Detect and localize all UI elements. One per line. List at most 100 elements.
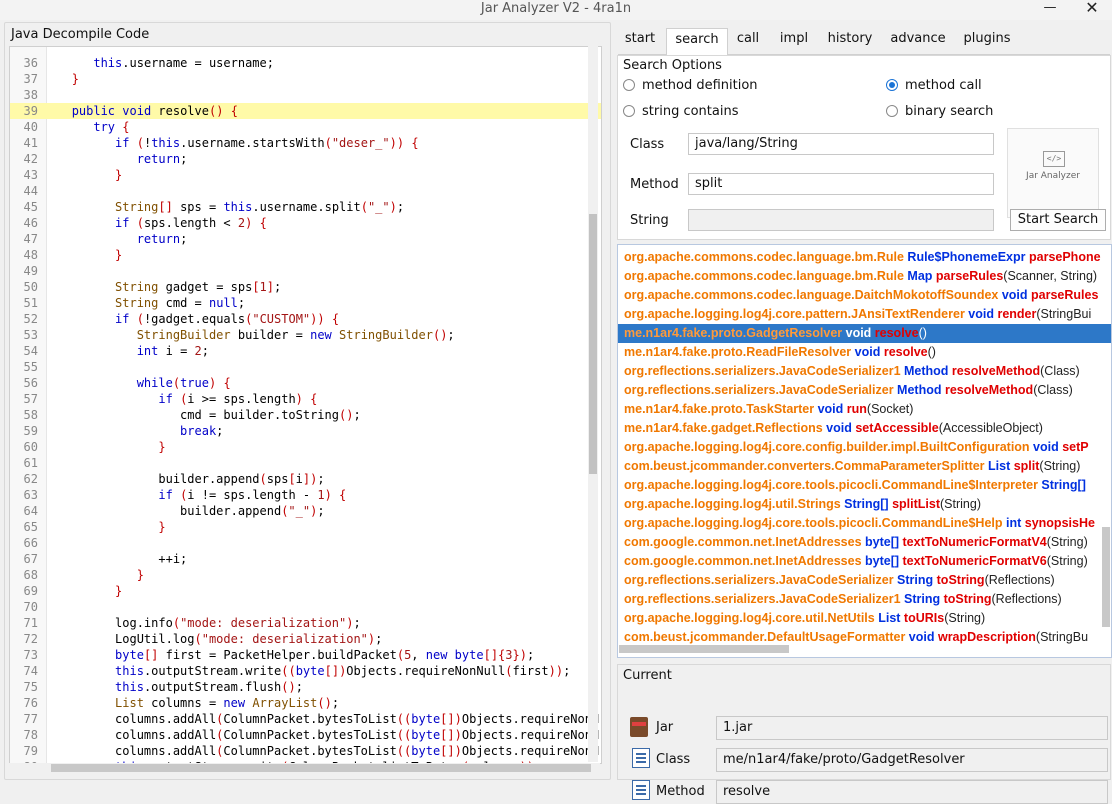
code-line[interactable]: 36 this.username = username; <box>10 55 601 71</box>
code-line[interactable]: 74 this.outputStream.write((byte[])Objec… <box>10 663 601 679</box>
result-row[interactable]: org.apache.commons.codec.language.bm.Rul… <box>618 248 1111 267</box>
code-line[interactable]: 61 <box>10 455 601 471</box>
tab-start[interactable]: start <box>618 28 662 54</box>
code-line[interactable]: 49 <box>10 263 601 279</box>
code-line[interactable]: 47 return; <box>10 231 601 247</box>
radio-indicator[interactable] <box>886 105 898 117</box>
result-row[interactable]: org.apache.commons.codec.language.Daitch… <box>618 286 1111 305</box>
tab-search[interactable]: search <box>666 28 728 56</box>
class-value[interactable]: me/n1ar4/fake/proto/GadgetResolver <box>716 748 1108 772</box>
code-line[interactable]: 65 } <box>10 519 601 535</box>
code-line[interactable]: 62 builder.append(sps[i]); <box>10 471 601 487</box>
code-line[interactable]: 52 if (!gadget.equals("CUSTOM")) { <box>10 311 601 327</box>
code-line[interactable]: 70 <box>10 599 601 615</box>
code-line[interactable]: 48 } <box>10 247 601 263</box>
code-text: columns.addAll(ColumnPacket.bytesToList(… <box>50 712 600 726</box>
code-line[interactable]: 72 LogUtil.log("mode: deserialization"); <box>10 631 601 647</box>
code-line[interactable]: 50 String gadget = sps[1]; <box>10 279 601 295</box>
code-horizontal-scroll-thumb[interactable] <box>51 764 591 772</box>
code-line[interactable]: 59 break; <box>10 423 601 439</box>
class-input[interactable]: java/lang/String <box>688 133 994 155</box>
code-line[interactable]: 43 } <box>10 167 601 183</box>
result-row[interactable]: org.apache.logging.log4j.core.tools.pico… <box>618 476 1111 495</box>
results-vertical-scroll-thumb[interactable] <box>1102 527 1110 627</box>
code-line[interactable]: 40 try { <box>10 119 601 135</box>
string-input[interactable] <box>688 209 994 231</box>
method-value[interactable]: resolve <box>716 780 1108 804</box>
search-results-list[interactable]: org.apache.commons.codec.language.bm.Rul… <box>617 244 1112 658</box>
result-row[interactable]: me.n1ar4.fake.proto.ReadFileResolver voi… <box>618 343 1111 362</box>
result-row[interactable]: com.beust.jcommander.converters.CommaPar… <box>618 457 1111 476</box>
code-line[interactable]: 42 return; <box>10 151 601 167</box>
close-button[interactable]: ✕ <box>1072 0 1112 20</box>
result-row[interactable]: org.reflections.serializers.JavaCodeSeri… <box>618 381 1111 400</box>
tab-history[interactable]: history <box>822 28 878 54</box>
code-line[interactable]: 58 cmd = builder.toString(); <box>10 407 601 423</box>
code-line[interactable]: 68 } <box>10 567 601 583</box>
result-row[interactable]: org.apache.logging.log4j.util.Strings St… <box>618 495 1111 514</box>
code-line[interactable]: 73 byte[] first = PacketHelper.buildPack… <box>10 647 601 663</box>
code-line[interactable]: 60 } <box>10 439 601 455</box>
code-line[interactable]: 55 <box>10 359 601 375</box>
code-line[interactable]: 69 } <box>10 583 601 599</box>
tab-impl[interactable]: impl <box>772 28 816 54</box>
code-line[interactable]: 54 int i = 2; <box>10 343 601 359</box>
radio-indicator[interactable] <box>623 79 635 91</box>
result-return-type: String[] <box>840 497 889 511</box>
code-line[interactable]: 76 List columns = new ArrayList(); <box>10 695 601 711</box>
radio-binary-search[interactable]: binary search <box>886 103 1086 121</box>
code-line[interactable]: 44 <box>10 183 601 199</box>
code-line[interactable]: 39 public void resolve() { <box>10 103 601 119</box>
method-input[interactable]: split <box>688 173 994 195</box>
result-row[interactable]: me.n1ar4.fake.gadget.Reflections void se… <box>618 419 1111 438</box>
result-row[interactable]: com.google.common.net.InetAddresses byte… <box>618 552 1111 571</box>
code-line[interactable]: 51 String cmd = null; <box>10 295 601 311</box>
code-line[interactable]: 45 String[] sps = this.username.split("_… <box>10 199 601 215</box>
radio-method-call[interactable]: method call <box>886 77 1086 95</box>
code-line[interactable]: 67 ++i; <box>10 551 601 567</box>
result-row[interactable]: me.n1ar4.fake.proto.TaskStarter void run… <box>618 400 1111 419</box>
result-row-selected[interactable]: me.n1ar4.fake.proto.GadgetResolver void … <box>618 324 1111 343</box>
result-row[interactable]: org.apache.commons.codec.language.bm.Rul… <box>618 267 1111 286</box>
code-line[interactable]: 37 } <box>10 71 601 87</box>
code-line[interactable]: 78 columns.addAll(ColumnPacket.bytesToLi… <box>10 727 601 743</box>
code-line[interactable]: 57 if (i >= sps.length) { <box>10 391 601 407</box>
result-row[interactable]: org.apache.logging.log4j.core.util.NetUt… <box>618 609 1111 628</box>
code-line[interactable]: 71 log.info("mode: deserialization"); <box>10 615 601 631</box>
code-line[interactable]: 41 if (!this.username.startsWith("deser_… <box>10 135 601 151</box>
tab-call[interactable]: call <box>730 28 766 54</box>
code-vertical-scrollbar[interactable] <box>588 46 598 762</box>
code-line[interactable]: 79 columns.addAll(ColumnPacket.bytesToLi… <box>10 743 601 759</box>
radio-indicator-selected[interactable] <box>886 79 898 91</box>
code-line[interactable]: 63 if (i != sps.length - 1) { <box>10 487 601 503</box>
code-line[interactable]: 46 if (sps.length < 2) { <box>10 215 601 231</box>
code-line[interactable]: 53 StringBuilder builder = new StringBui… <box>10 327 601 343</box>
result-row[interactable]: org.apache.logging.log4j.core.pattern.JA… <box>618 305 1111 324</box>
result-row[interactable]: org.reflections.serializers.JavaCodeSeri… <box>618 362 1111 381</box>
result-row[interactable]: org.reflections.serializers.JavaCodeSeri… <box>618 590 1111 609</box>
result-row[interactable]: org.apache.logging.log4j.core.tools.pico… <box>618 514 1111 533</box>
start-search-button[interactable]: Start Search <box>1010 209 1106 231</box>
tab-advance[interactable]: advance <box>886 28 950 54</box>
result-row[interactable]: org.reflections.serializers.JavaCodeSeri… <box>618 571 1111 590</box>
minimize-button[interactable]: — <box>1030 0 1070 20</box>
code-line[interactable]: 64 builder.append("_"); <box>10 503 601 519</box>
jar-value[interactable]: 1.jar <box>716 716 1108 740</box>
radio-string-contains[interactable]: string contains <box>623 103 823 121</box>
code-vertical-scroll-thumb[interactable] <box>589 214 597 474</box>
result-method: split <box>1010 459 1040 473</box>
code-editor[interactable]: 36 this.username = username; 37 } 38 39 pub… <box>9 46 602 764</box>
code-text: log.info("mode: deserialization"); <box>50 616 361 630</box>
radio-method-definition[interactable]: method definition <box>623 77 823 95</box>
tab-plugins[interactable]: plugins <box>956 28 1018 54</box>
code-line[interactable]: 77 columns.addAll(ColumnPacket.bytesToLi… <box>10 711 601 727</box>
result-row[interactable]: com.google.common.net.InetAddresses byte… <box>618 533 1111 552</box>
code-horizontal-scrollbar[interactable] <box>9 763 600 773</box>
result-row[interactable]: org.apache.logging.log4j.core.config.bui… <box>618 438 1111 457</box>
code-line[interactable]: 38 <box>10 87 601 103</box>
radio-indicator[interactable] <box>623 105 635 117</box>
code-line[interactable]: 66 <box>10 535 601 551</box>
code-line[interactable]: 56 while(true) { <box>10 375 601 391</box>
results-horizontal-scroll-thumb[interactable] <box>619 645 789 653</box>
code-line[interactable]: 75 this.outputStream.flush(); <box>10 679 601 695</box>
